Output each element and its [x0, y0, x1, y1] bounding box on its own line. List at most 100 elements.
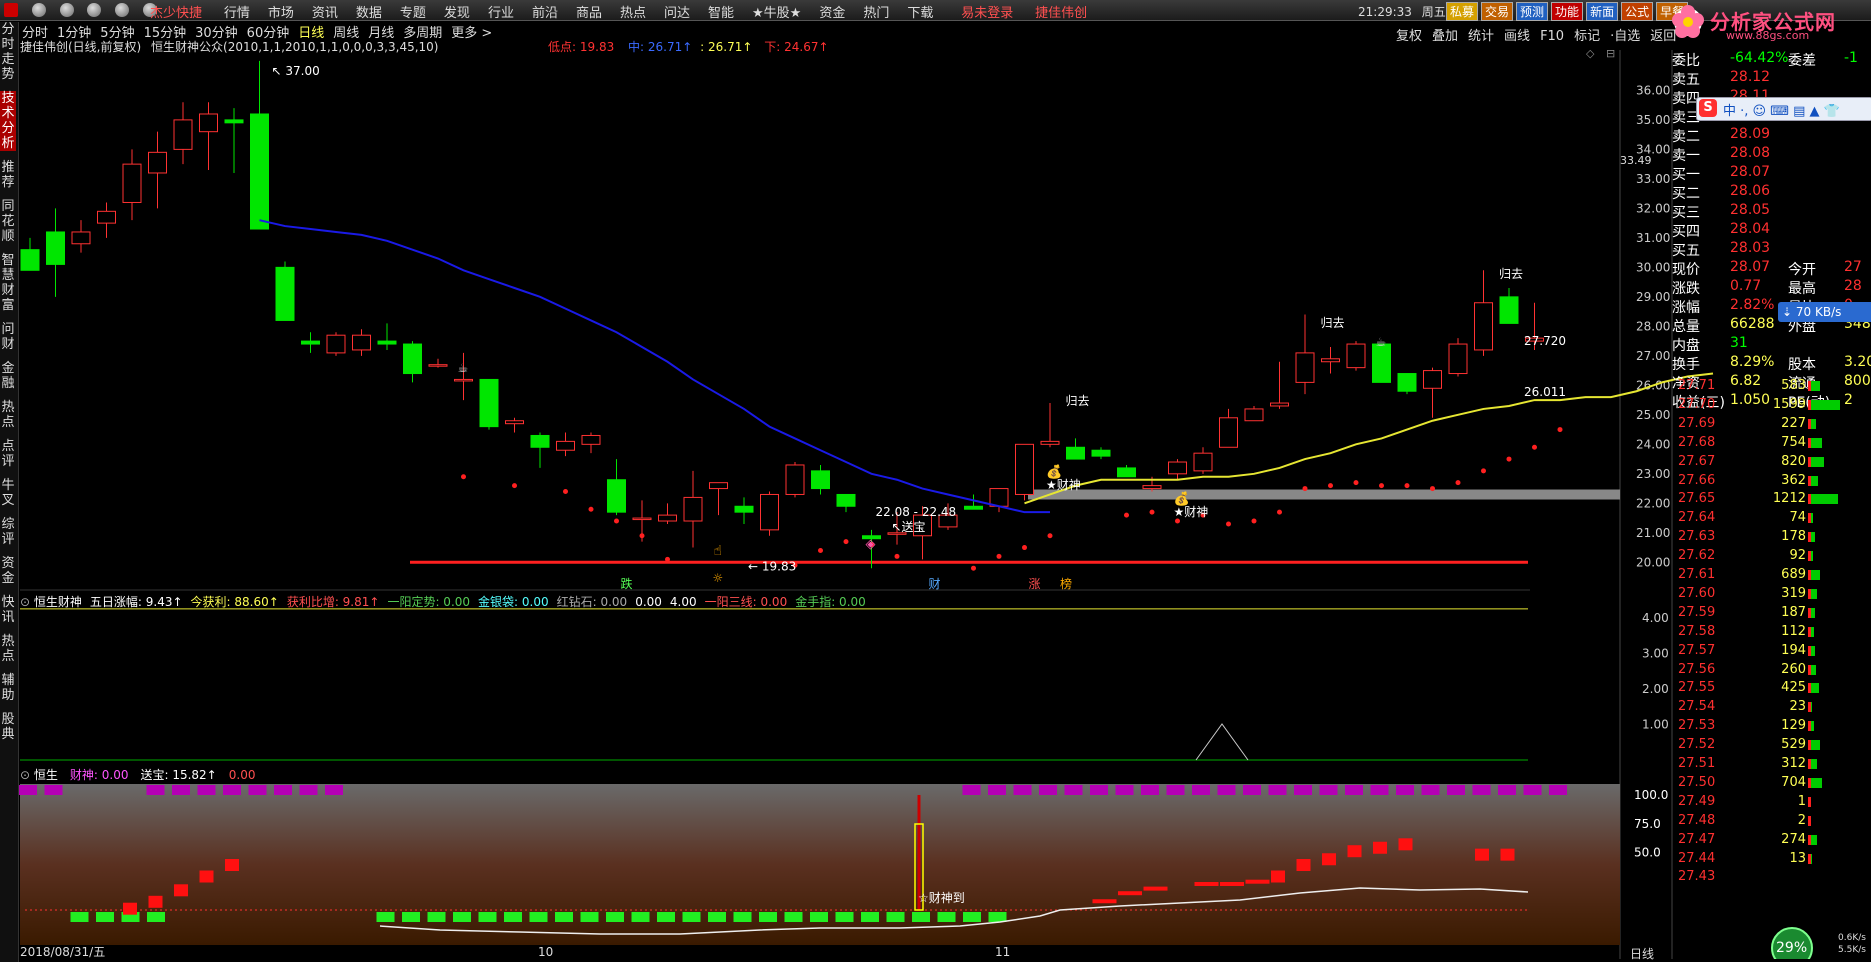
trade-row[interactable]: 27.67 820	[1672, 454, 1871, 472]
candle[interactable]	[760, 491, 779, 536]
trade-price: 27.44	[1678, 850, 1716, 866]
candle[interactable]	[1117, 464, 1136, 478]
candle[interactable]	[224, 108, 244, 173]
trade-row[interactable]: 27.44 13	[1672, 851, 1871, 869]
candle[interactable]	[1193, 447, 1213, 474]
candle[interactable]	[326, 332, 346, 356]
candle[interactable]	[607, 459, 626, 516]
trade-row[interactable]: 27.71 583	[1672, 378, 1871, 396]
trade-row[interactable]: 27.69 227	[1672, 416, 1871, 434]
trade-bar-red	[1808, 815, 1811, 826]
candle[interactable]	[734, 497, 754, 524]
candle[interactable]	[148, 131, 167, 209]
candle[interactable]	[581, 432, 601, 454]
trade-bar-red	[1808, 683, 1811, 694]
candle[interactable]	[301, 332, 320, 353]
candle[interactable]	[1295, 314, 1315, 395]
trade-row[interactable]: 27.61 689	[1672, 567, 1871, 585]
candle[interactable]	[556, 432, 575, 457]
candle[interactable]	[403, 341, 422, 383]
candle[interactable]	[1015, 443, 1034, 501]
signal-dot	[894, 553, 900, 559]
trade-row[interactable]: 27.59 187	[1672, 605, 1871, 623]
trade-row[interactable]: 27.43	[1672, 869, 1871, 887]
candle[interactable]	[122, 149, 142, 221]
trade-row[interactable]: 27.58 112	[1672, 624, 1871, 642]
candle[interactable]	[1346, 341, 1366, 371]
collapse-icon[interactable]: ⊙	[20, 768, 34, 782]
trade-row[interactable]: 27.70 1599	[1672, 397, 1871, 415]
trade-row[interactable]: 27.65 1212	[1672, 491, 1871, 509]
sogou-icon[interactable]: S	[1699, 99, 1717, 117]
candle[interactable]	[479, 378, 499, 430]
candle[interactable]	[71, 220, 91, 253]
candle[interactable]	[1423, 367, 1442, 418]
signal-dot	[461, 474, 466, 480]
candle[interactable]	[1270, 361, 1289, 409]
candle[interactable]	[1397, 373, 1417, 395]
quote-cell: 现价	[1672, 262, 1700, 278]
sub2-green-block	[912, 912, 930, 922]
candle[interactable]	[1244, 405, 1264, 422]
trade-row[interactable]: 27.47 274	[1672, 832, 1871, 850]
trade-row[interactable]: 27.68 754	[1672, 435, 1871, 453]
trade-row[interactable]: 27.56 260	[1672, 662, 1871, 680]
kline-chart[interactable]: 20.0021.0022.0023.0024.0025.0026.0027.00…	[0, 0, 1871, 959]
trade-row[interactable]: 27.50 704	[1672, 775, 1871, 793]
trade-row[interactable]: 27.63 178	[1672, 529, 1871, 547]
candle[interactable]	[1372, 343, 1391, 383]
candle[interactable]	[250, 60, 269, 230]
candle[interactable]	[352, 329, 371, 356]
candle[interactable]	[683, 470, 703, 548]
candle[interactable]	[275, 261, 295, 321]
trade-row[interactable]: 27.52 529	[1672, 737, 1871, 755]
trade-row[interactable]: 27.55 425	[1672, 680, 1871, 698]
trade-row[interactable]: 27.54 23	[1672, 699, 1871, 717]
candle[interactable]	[20, 237, 40, 271]
trade-row[interactable]: 27.53 129	[1672, 718, 1871, 736]
candle[interactable]	[530, 432, 550, 468]
collapse-icon[interactable]: ⊙	[20, 595, 34, 609]
signal-dot	[1022, 545, 1027, 551]
trade-row[interactable]: 27.64 74	[1672, 510, 1871, 528]
candle[interactable]	[97, 202, 116, 238]
net-up: 0.6K/s	[1838, 933, 1866, 943]
trade-row[interactable]: 27.51 312	[1672, 756, 1871, 774]
trade-row[interactable]: 27.62 92	[1672, 548, 1871, 566]
candle[interactable]	[46, 208, 65, 297]
candle[interactable]	[836, 493, 856, 513]
trade-bar-red	[1808, 513, 1811, 524]
lang-icon[interactable]: 中 ·, ☺ ⌨ ▤ ▲ 👕	[1723, 100, 1840, 119]
window-icon[interactable]: ⊟	[1606, 47, 1615, 60]
candle[interactable]	[199, 102, 218, 171]
trade-row[interactable]: 27.57 194	[1672, 643, 1871, 661]
candle[interactable]	[1091, 447, 1111, 460]
candle[interactable]	[505, 417, 524, 433]
candle[interactable]	[1040, 403, 1060, 448]
candle[interactable]	[1499, 288, 1519, 324]
candle[interactable]	[1474, 270, 1493, 356]
trade-row[interactable]: 27.49 1	[1672, 794, 1871, 812]
candle[interactable]	[658, 503, 677, 524]
candle[interactable]	[1448, 338, 1468, 377]
trade-row[interactable]: 27.48 2	[1672, 813, 1871, 831]
diamond-icon[interactable]: ◇	[1586, 47, 1594, 60]
candle[interactable]	[173, 102, 193, 165]
candle[interactable]	[811, 464, 830, 495]
candle[interactable]	[454, 352, 473, 401]
signal-dot	[1404, 483, 1410, 489]
candle[interactable]	[1219, 408, 1238, 448]
speed-value: 70 KB/s	[1795, 305, 1842, 319]
candle[interactable]	[785, 462, 805, 498]
trade-bar	[1810, 740, 1820, 751]
candle[interactable]	[377, 323, 397, 350]
candle[interactable]	[1066, 438, 1085, 460]
candle[interactable]	[428, 358, 448, 368]
candle[interactable]	[1168, 459, 1187, 480]
sub2-red-block	[1398, 838, 1413, 851]
trade-row[interactable]: 27.66 362	[1672, 473, 1871, 491]
candle[interactable]	[709, 482, 728, 516]
candle[interactable]	[1321, 346, 1340, 374]
trade-row[interactable]: 27.60 319	[1672, 586, 1871, 604]
trade-bar-red	[1808, 607, 1811, 618]
